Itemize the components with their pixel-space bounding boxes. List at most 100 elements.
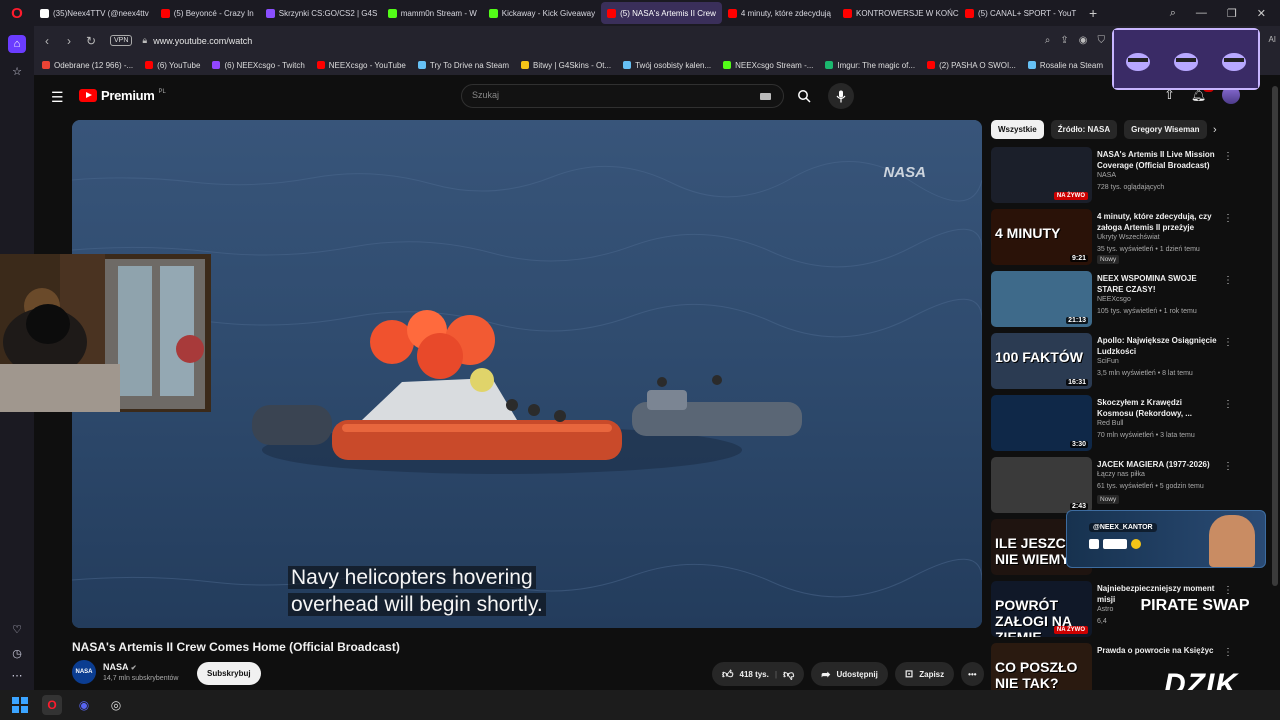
video-thumbnail[interactable]: NA ŻYWO: [991, 147, 1092, 203]
bookmark-item[interactable]: Try To Drive na Steam: [417, 61, 509, 70]
back-button[interactable]: ‹: [36, 34, 58, 48]
video-thumbnail[interactable]: 4 MINUTY 9:21: [991, 209, 1092, 265]
camera-icon[interactable]: ◉: [1079, 35, 1088, 46]
recommended-channel[interactable]: Red Bull: [1097, 420, 1123, 427]
recommended-channel[interactable]: Ukryty Wszechświat: [1097, 234, 1160, 241]
star-icon[interactable]: ☆: [8, 62, 26, 80]
kebab-menu-icon[interactable]: ⋮: [1223, 647, 1233, 658]
subscribe-button[interactable]: Subskrybuj: [197, 662, 261, 685]
shield-icon[interactable]: ⛉: [1098, 35, 1106, 46]
channel-avatar[interactable]: NASA: [72, 660, 96, 684]
filter-chip[interactable]: Źródło: NASA: [1050, 120, 1118, 139]
kebab-menu-icon[interactable]: ⋮: [1223, 337, 1233, 348]
recommended-video[interactable]: 3:30 Skoczyłem z Krawędzi Kosmosu (Rekord…: [991, 393, 1236, 455]
recommended-channel[interactable]: Łączy nas piłka: [1097, 471, 1145, 478]
ai-icon[interactable]: AI: [1268, 35, 1276, 44]
bookmark-item[interactable]: Imgur: The magic of...: [825, 61, 915, 70]
browser-tab[interactable]: Kickaway - Kick Giveaway: [483, 2, 601, 24]
browser-tab[interactable]: KONTROWERSJE W KOŃC: [837, 2, 959, 24]
bookmark-item[interactable]: Rosalie na Steam: [1027, 61, 1103, 70]
discord-icon[interactable]: ◉: [74, 695, 94, 715]
keyboard-icon[interactable]: [760, 93, 771, 100]
obs-icon[interactable]: ◎: [106, 695, 126, 715]
chevron-right-icon[interactable]: ›: [1213, 124, 1217, 136]
bookmark-item[interactable]: NEEXcsgo Stream -...: [723, 61, 813, 70]
video-thumbnail[interactable]: 2:43: [991, 457, 1092, 513]
url-field[interactable]: www.youtube.com/watch: [153, 36, 252, 46]
bookmark-item[interactable]: (2) PASHA O SWOI...: [927, 61, 1016, 70]
youtube-logo[interactable]: Premium PL: [79, 88, 166, 103]
recommended-channel[interactable]: NASA: [1097, 172, 1116, 179]
heart-icon[interactable]: ♡: [8, 620, 26, 638]
share-button[interactable]: ➦ Udostępnij: [811, 662, 888, 686]
history-icon[interactable]: ◷: [8, 644, 26, 662]
recommended-title[interactable]: Prawda o powrocie na Księżyc: [1097, 645, 1219, 656]
search-button[interactable]: [789, 84, 819, 108]
kebab-menu-icon[interactable]: ⋮: [1223, 399, 1233, 410]
kebab-menu-icon[interactable]: ⋮: [1223, 461, 1233, 472]
recommended-video[interactable]: NA ŻYWO NASA's Artemis II Live Mission Co…: [991, 145, 1236, 207]
recommended-title[interactable]: Apollo: Największe Osiągnięcie Ludzkości: [1097, 335, 1219, 357]
more-actions-button[interactable]: •••: [961, 662, 984, 686]
recommended-video[interactable]: 21:13 NEEX WSPOMINA SWOJE STARE CZASY! NEE…: [991, 269, 1236, 331]
bookmark-item[interactable]: NEEXcsgo - YouTube: [316, 61, 406, 70]
video-thumbnail[interactable]: POWRÓT ZAŁOGI NA ZIEMIĘ NA ŻYWO: [991, 581, 1092, 637]
bookmark-item[interactable]: Twój osobisty kalen...: [623, 61, 711, 70]
recommended-title[interactable]: Skoczyłem z Krawędzi Kosmosu (Rekordowy,…: [1097, 397, 1219, 419]
browser-tab[interactable]: 4 minuty, które zdecydują: [722, 2, 837, 24]
video-thumbnail[interactable]: 21:13: [991, 271, 1092, 327]
recommended-video[interactable]: 4 MINUTY 9:21 4 minuty, które zdecydują, c…: [991, 207, 1236, 269]
reload-button[interactable]: ↻: [80, 34, 102, 48]
opera-taskbar-icon[interactable]: O: [42, 695, 62, 715]
more-icon[interactable]: ⋯: [8, 666, 26, 684]
vpn-badge[interactable]: VPN: [110, 35, 133, 46]
recommended-title[interactable]: NEEX WSPOMINA SWOJE STARE CZASY!: [1097, 273, 1219, 295]
recommended-channel[interactable]: SciFun: [1097, 358, 1119, 365]
page-scrollbar[interactable]: [1272, 86, 1278, 586]
forward-button[interactable]: ›: [58, 34, 80, 48]
filter-chip[interactable]: Gregory Wiseman: [1124, 120, 1207, 139]
recommended-channel[interactable]: Astro: [1097, 606, 1113, 613]
maximize-button[interactable]: ❐: [1227, 7, 1237, 20]
kebab-menu-icon[interactable]: ⋮: [1223, 275, 1233, 286]
tab-preview-popup[interactable]: [1112, 28, 1260, 90]
bookmark-item[interactable]: (6) NEEXcsgo - Twitch: [212, 61, 305, 70]
browser-tab[interactable]: Skrzynki CS:GO/CS2 | G4S: [260, 2, 382, 24]
opera-logo[interactable]: O: [0, 0, 34, 26]
hamburger-menu-icon[interactable]: ☰: [51, 89, 64, 106]
recommended-video[interactable]: 2:43 JACEK MAGIERA (1977-2026) Łączy nas p…: [991, 455, 1236, 517]
bookmark-item[interactable]: (6) YouTube: [145, 61, 200, 70]
browser-tab[interactable]: (5) NASA's Artemis II Crew: [601, 2, 722, 24]
like-button[interactable]: 👍︎ 418 tys. | 👎︎: [712, 662, 805, 686]
voice-search-button[interactable]: [828, 83, 854, 109]
recommended-title[interactable]: NASA's Artemis II Live Mission Coverage …: [1097, 149, 1219, 171]
channel-name[interactable]: NASA ✔: [103, 662, 137, 672]
search-tabs-icon[interactable]: ⌕: [1170, 7, 1176, 20]
thumbs-down-icon[interactable]: 👎︎: [783, 668, 794, 681]
recommended-title[interactable]: JACEK MAGIERA (1977-2026): [1097, 459, 1219, 470]
windows-start-icon[interactable]: [10, 695, 30, 715]
kebab-menu-icon[interactable]: ⋮: [1223, 151, 1233, 162]
recommended-video[interactable]: 100 FAKTÓW 16:31 Apollo: Największe Osiągn…: [991, 331, 1236, 393]
filter-chip[interactable]: Wszystkie: [991, 120, 1044, 139]
kebab-menu-icon[interactable]: ⋮: [1223, 213, 1233, 224]
browser-tab[interactable]: mamm0n Stream - W: [382, 2, 483, 24]
video-thumbnail[interactable]: 3:30: [991, 395, 1092, 451]
video-thumbnail[interactable]: 100 FAKTÓW 16:31: [991, 333, 1092, 389]
browser-tab[interactable]: (5) Beyoncé - Crazy In: [155, 2, 260, 24]
recommended-title[interactable]: 4 minuty, które zdecydują, czy załoga Ar…: [1097, 211, 1219, 233]
browser-tab[interactable]: (35)Neex4TTV (@neex4ttv: [34, 2, 155, 24]
close-window-button[interactable]: ✕: [1257, 7, 1266, 20]
new-tab-button[interactable]: +: [1081, 5, 1105, 21]
share-icon[interactable]: ⇪: [1060, 35, 1068, 46]
kebab-menu-icon[interactable]: ⋮: [1223, 585, 1233, 596]
home-icon[interactable]: ⌂: [8, 35, 26, 53]
search-icon[interactable]: ⌕: [1045, 35, 1051, 46]
save-button[interactable]: ⊡ Zapisz: [894, 662, 955, 686]
bookmark-item[interactable]: Bitwy | G4Skins - Ot...: [521, 61, 611, 70]
browser-tab[interactable]: (5) CANAL+ SPORT - YouT: [959, 2, 1081, 24]
search-input[interactable]: [472, 90, 752, 100]
bookmark-item[interactable]: Odebrane (12 966) -...: [42, 61, 133, 70]
minimize-button[interactable]: —: [1196, 7, 1207, 19]
recommended-channel[interactable]: NEEXcsgo: [1097, 296, 1131, 303]
